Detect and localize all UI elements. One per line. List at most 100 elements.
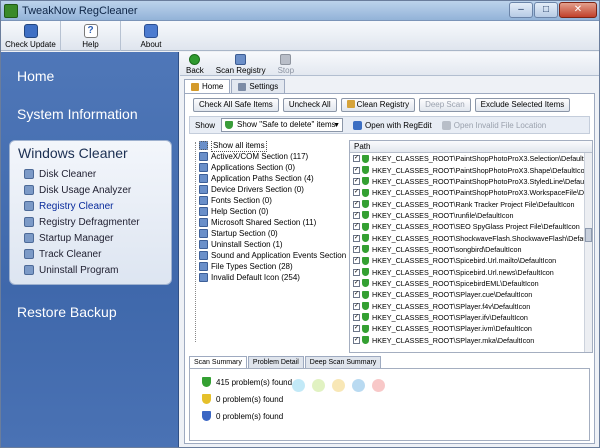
- exclude-selected-button[interactable]: Exclude Selected Items: [474, 98, 571, 112]
- about-button[interactable]: About: [121, 21, 181, 51]
- table-row[interactable]: ✓ HKEY_CLASSES_ROOT\SEO SpyGlass Project …: [350, 221, 592, 232]
- row-checkbox[interactable]: ✓: [353, 234, 361, 242]
- tab-label: Settings: [249, 82, 279, 91]
- sidebar-item-disk-cleaner[interactable]: Disk Cleaner: [24, 167, 96, 181]
- deep-scan-button[interactable]: Deep Scan: [419, 98, 471, 112]
- tab-problem-detail[interactable]: Problem Detail: [247, 356, 304, 368]
- row-checkbox[interactable]: ✓: [353, 313, 361, 321]
- row-checkbox[interactable]: ✓: [353, 211, 361, 219]
- tree-item[interactable]: Help Section (0): [199, 206, 349, 217]
- tab-deep-scan-summary[interactable]: Deep Scan Summary: [304, 356, 382, 368]
- stop-button[interactable]: Stop: [272, 52, 300, 76]
- scan-registry-button[interactable]: Scan Registry: [210, 52, 272, 76]
- open-regedit-button[interactable]: Open with RegEdit: [353, 120, 432, 130]
- tree-item[interactable]: Invalid Default Icon (254): [199, 272, 349, 283]
- show-filter-select[interactable]: Show "Safe to delete" items ▼: [221, 118, 344, 132]
- row-checkbox[interactable]: ✓: [353, 302, 361, 310]
- row-checkbox[interactable]: ✓: [353, 189, 361, 197]
- sidebar-item-uninstall-program[interactable]: Uninstall Program: [24, 263, 118, 277]
- tree-item[interactable]: Sound and Application Events Section: [199, 250, 349, 261]
- row-checkbox[interactable]: ✓: [353, 223, 361, 231]
- sidebar-item-startup-manager[interactable]: Startup Manager: [24, 231, 114, 245]
- table-row[interactable]: ✓ HKEY_CLASSES_ROOT\SPlayer.ivm\DefaultIc…: [350, 323, 592, 334]
- sidebar-item-home[interactable]: Home: [17, 68, 54, 84]
- vertical-scrollbar[interactable]: [584, 153, 592, 352]
- section-icon: [199, 240, 208, 249]
- tree-item[interactable]: Applications Section (0): [199, 162, 349, 173]
- table-row[interactable]: ✓ HKEY_CLASSES_ROOT\PaintShopPhotoProX3.S…: [350, 164, 592, 175]
- sidebar-item-track-cleaner[interactable]: Track Cleaner: [24, 247, 101, 261]
- minimize-button[interactable]: –: [509, 2, 533, 18]
- table-row[interactable]: ✓ HKEY_CLASSES_ROOT\SPlayer.cue\DefaultIc…: [350, 289, 592, 300]
- path-column-header[interactable]: Path: [350, 141, 592, 153]
- scrollbar-thumb[interactable]: [585, 228, 592, 242]
- table-row[interactable]: ✓ HKEY_CLASSES_ROOT\songbird\DefaultIcon: [350, 244, 592, 255]
- action-buttons: Check All Safe Items Uncheck All Clean R…: [193, 98, 571, 112]
- sidebar-item-registry-cleaner[interactable]: Registry Cleaner: [24, 199, 113, 213]
- maximize-button[interactable]: □: [534, 2, 558, 18]
- table-row[interactable]: ✓ HKEY_CLASSES_ROOT\SpicebirdEML\DefaultI…: [350, 278, 592, 289]
- table-row[interactable]: ✓ HKEY_CLASSES_ROOT\SPlayer.f4v\DefaultIc…: [350, 300, 592, 311]
- tree-item-label: ActiveX/COM Section (117): [211, 152, 309, 161]
- tab-scan-summary[interactable]: Scan Summary: [189, 356, 247, 368]
- table-row[interactable]: ✓ HKEY_CLASSES_ROOT\PaintShopPhotoProX3.S…: [350, 176, 592, 187]
- tree-item[interactable]: Device Drivers Section (0): [199, 184, 349, 195]
- sidebar-item-restore-backup[interactable]: Restore Backup: [17, 304, 117, 320]
- section-icon: [199, 273, 208, 282]
- tree-item-label: Fonts Section (0): [211, 196, 272, 205]
- table-row[interactable]: ✓ HKEY_CLASSES_ROOT\Spicebird.Url.news\De…: [350, 266, 592, 277]
- table-row[interactable]: ✓ HKEY_CLASSES_ROOT\SPlayer.ifv\DefaultIc…: [350, 312, 592, 323]
- tree-item[interactable]: Application Paths Section (4): [199, 173, 349, 184]
- sidebar-item-system-information[interactable]: System Information: [17, 106, 138, 122]
- close-button[interactable]: ✕: [559, 2, 597, 18]
- row-checkbox[interactable]: ✓: [353, 257, 361, 265]
- clean-registry-button[interactable]: Clean Registry: [340, 98, 416, 112]
- registry-path: HKEY_CLASSES_ROOT\PaintShopPhotoProX3.St…: [372, 176, 586, 186]
- row-checkbox[interactable]: ✓: [353, 166, 361, 174]
- table-row[interactable]: ✓ HKEY_CLASSES_ROOT\runfile\DefaultIcon: [350, 210, 592, 221]
- shield-icon: [362, 154, 370, 163]
- uncheck-all-button[interactable]: Uncheck All: [282, 98, 337, 112]
- sidebar-item-disk-usage-analyzer[interactable]: Disk Usage Analyzer: [24, 183, 131, 197]
- open-invalid-location-button[interactable]: Open Invalid File Location: [441, 120, 546, 130]
- tree-item[interactable]: ActiveX/COM Section (117): [199, 151, 349, 162]
- globe-update-icon: [23, 24, 38, 38]
- tab-strip: Home Settings: [184, 79, 286, 94]
- table-row[interactable]: ✓ HKEY_CLASSES_ROOT\Spicebird.Url.mailto\…: [350, 255, 592, 266]
- check-update-button[interactable]: Check Update: [1, 21, 61, 51]
- row-checkbox[interactable]: ✓: [353, 268, 361, 276]
- check-all-safe-button[interactable]: Check All Safe Items: [193, 98, 279, 112]
- tree-item[interactable]: Fonts Section (0): [199, 195, 349, 206]
- row-checkbox[interactable]: ✓: [353, 177, 361, 185]
- row-checkbox[interactable]: ✓: [353, 325, 361, 333]
- table-row[interactable]: ✓ HKEY_CLASSES_ROOT\PaintShopPhotoProX3.S…: [350, 153, 592, 164]
- row-checkbox[interactable]: ✓: [353, 155, 361, 163]
- table-row[interactable]: ✓ HKEY_CLASSES_ROOT\ShockwaveFlash.Shockw…: [350, 232, 592, 243]
- tree-item[interactable]: Uninstall Section (1): [199, 239, 349, 250]
- shield-icon: [225, 121, 234, 129]
- table-row[interactable]: ✓ HKEY_CLASSES_ROOT\SPlayer.mka\DefaultIc…: [350, 335, 592, 346]
- row-checkbox[interactable]: ✓: [353, 279, 361, 287]
- section-icon: [199, 207, 208, 216]
- table-row[interactable]: ✓ HKEY_CLASSES_ROOT\Rank Tracker Project …: [350, 198, 592, 209]
- help-button[interactable]: ? Help: [61, 21, 121, 51]
- scan-summary-panel: 415 problem(s) found 0 problem(s) found …: [189, 368, 590, 441]
- sidebar-item-registry-defragmenter[interactable]: Registry Defragmenter: [24, 215, 140, 229]
- row-checkbox[interactable]: ✓: [353, 245, 361, 253]
- row-checkbox[interactable]: ✓: [353, 200, 361, 208]
- tree-item[interactable]: Microsoft Shared Section (11): [199, 217, 349, 228]
- title-bar[interactable]: TweakNow RegCleaner – □ ✕: [1, 1, 599, 21]
- tree-item[interactable]: Show all items: [199, 140, 349, 152]
- tab-settings[interactable]: Settings: [231, 79, 286, 94]
- row-checkbox[interactable]: ✓: [353, 291, 361, 299]
- table-row[interactable]: ✓ HKEY_CLASSES_ROOT\PaintShopPhotoProX3.W…: [350, 187, 592, 198]
- tab-home[interactable]: Home: [184, 79, 231, 94]
- summary-row-warning: 0 problem(s) found: [202, 394, 283, 404]
- shield-icon: [362, 302, 370, 311]
- shield-icon: [362, 324, 370, 333]
- tree-item[interactable]: File Types Section (28): [199, 261, 349, 272]
- row-checkbox[interactable]: ✓: [353, 336, 361, 344]
- windows-cleaner-title[interactable]: Windows Cleaner: [18, 145, 128, 161]
- tree-item[interactable]: Startup Section (0): [199, 228, 349, 239]
- back-button[interactable]: Back: [180, 52, 210, 76]
